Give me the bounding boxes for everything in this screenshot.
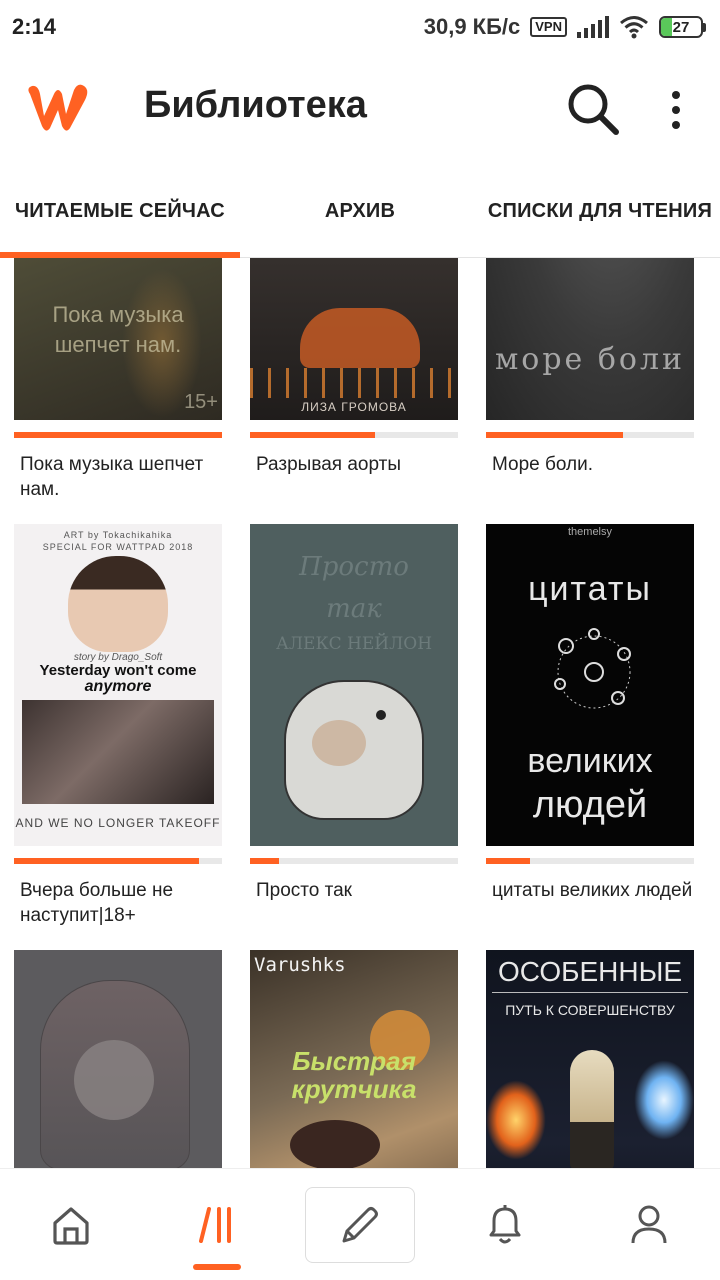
book-title: Разрывая аорты <box>256 454 401 475</box>
tab-archive[interactable]: АРХИВ <box>240 164 480 258</box>
search-icon[interactable] <box>562 78 624 140</box>
status-time: 2:14 <box>12 14 57 39</box>
book-cover[interactable] <box>14 950 222 1168</box>
book-cover[interactable]: ART by Tokachikahika SPECIAL FOR WATTPAD… <box>14 524 222 846</box>
reading-progress-bar <box>14 858 222 864</box>
book-card[interactable]: ART by Tokachikahika SPECIAL FOR WATTPAD… <box>14 524 222 928</box>
book-card[interactable]: themelsy цитаты великих людей цитаты вел… <box>486 524 694 903</box>
book-title: Просто так <box>256 880 352 901</box>
library-tabs: ЧИТАЕМЫЕ СЕЙЧАС АРХИВ СПИСКИ ДЛЯ ЧТЕНИЯ <box>0 164 720 258</box>
cover-text: крутчика <box>291 1074 417 1104</box>
cover-text: Yesterday won't come <box>39 662 197 679</box>
book-grid: Пока музыка шепчет нам. 15+ Пока музыка … <box>0 258 720 1168</box>
tab-currently-reading[interactable]: ЧИТАЕМЫЕ СЕЙЧАС <box>0 164 240 258</box>
status-icons: 30,9 КБ/с VPN 27 <box>424 14 706 40</box>
reading-progress-bar <box>486 858 694 864</box>
book-title: Море боли. <box>492 454 594 475</box>
cover-text: ПУТЬ К СОВЕРШЕНСТВУ <box>505 1002 675 1018</box>
reading-progress-bar <box>250 858 458 864</box>
book-cover[interactable]: themelsy цитаты великих людей <box>486 524 694 846</box>
cover-age-badge: 15+ <box>184 391 218 413</box>
book-cover[interactable]: ЛИЗА ГРОМОВА <box>250 258 458 420</box>
cover-text: цитаты <box>528 570 652 608</box>
planets-icon <box>554 628 631 709</box>
book-card[interactable]: Просто так АЛЕКС НЕЙЛОН Просто так <box>250 524 458 903</box>
book-cover[interactable]: море боли <box>486 258 694 420</box>
book-cover[interactable]: Varushks Быстрая крутчика <box>250 950 458 1168</box>
book-card[interactable]: Пока музыка шепчет нам. 15+ Пока музыка … <box>14 258 222 502</box>
cover-text: великих <box>527 742 653 780</box>
cover-text: так <box>326 594 382 624</box>
active-tab-indicator <box>193 1264 241 1270</box>
app-bar: Библиотека <box>0 54 720 164</box>
cover-text: Быстрая <box>292 1046 416 1076</box>
reading-progress-bar <box>14 432 222 438</box>
cover-text: anymore <box>84 678 152 695</box>
book-card[interactable]: море боли Море боли. <box>486 258 694 477</box>
wifi-icon <box>620 16 648 39</box>
cover-text: ART by Tokachikahika <box>63 530 173 540</box>
cover-text: ЛИЗА ГРОМОВА <box>301 400 407 414</box>
book-cover[interactable]: Пока музыка шепчет нам. 15+ <box>14 258 222 420</box>
vpn-badge: VPN <box>530 17 567 37</box>
book-card[interactable]: ЛИЗА ГРОМОВА Разрывая аорты <box>250 258 458 477</box>
reading-progress-bar <box>250 432 458 438</box>
cover-text: Пока музыка <box>52 302 184 327</box>
home-icon[interactable] <box>16 1169 126 1280</box>
cover-text: Просто <box>299 552 409 582</box>
cover-text: шепчет нам. <box>54 332 182 357</box>
cover-text: море боли <box>494 342 686 377</box>
network-speed: 30,9 КБ/с <box>423 14 521 39</box>
more-vertical-icon[interactable] <box>658 80 694 140</box>
signal-icon <box>577 16 609 38</box>
cover-text: Varushks <box>254 954 346 976</box>
tab-reading-lists[interactable]: СПИСКИ ДЛЯ ЧТЕНИЯ <box>480 164 720 258</box>
profile-icon[interactable] <box>594 1169 704 1280</box>
status-bar: 2:14 30,9 КБ/с VPN 27 <box>0 0 720 54</box>
cover-text: людей <box>532 784 648 826</box>
cover-text: AND WE NO LONGER TAKEOFF <box>15 816 221 830</box>
battery-icon: 27 <box>659 16 706 38</box>
book-title: Пока музыка шепчет нам. <box>20 454 204 500</box>
pencil-icon <box>342 1207 378 1243</box>
cover-text: SPECIAL FOR WATTPAD 2018 <box>42 542 194 552</box>
wattpad-logo-icon[interactable] <box>22 80 92 136</box>
page-title: Библиотека <box>144 84 367 126</box>
reading-progress-bar <box>486 432 694 438</box>
battery-level: 27 <box>672 18 690 36</box>
book-title: цитаты великих людей <box>492 880 693 901</box>
book-cover[interactable]: Просто так АЛЕКС НЕЙЛОН <box>250 524 458 846</box>
book-cover[interactable]: ОСОБЕННЫЕ ПУТЬ К СОВЕРШЕНСТВУ <box>486 950 694 1168</box>
book-card[interactable]: ОСОБЕННЫЕ ПУТЬ К СОВЕРШЕНСТВУ <box>486 950 694 1168</box>
cover-text: АЛЕКС НЕЙЛОН <box>275 634 433 654</box>
bottom-nav <box>0 1168 720 1280</box>
bell-icon[interactable] <box>450 1169 560 1280</box>
book-title: Вчера больше не наступит|18+ <box>20 880 174 926</box>
cover-text: ОСОБЕННЫЕ <box>497 956 683 987</box>
cover-text: themelsy <box>567 526 613 538</box>
book-card[interactable] <box>14 950 222 1168</box>
book-card[interactable]: Varushks Быстрая крутчика <box>250 950 458 1168</box>
write-button[interactable] <box>305 1187 415 1263</box>
